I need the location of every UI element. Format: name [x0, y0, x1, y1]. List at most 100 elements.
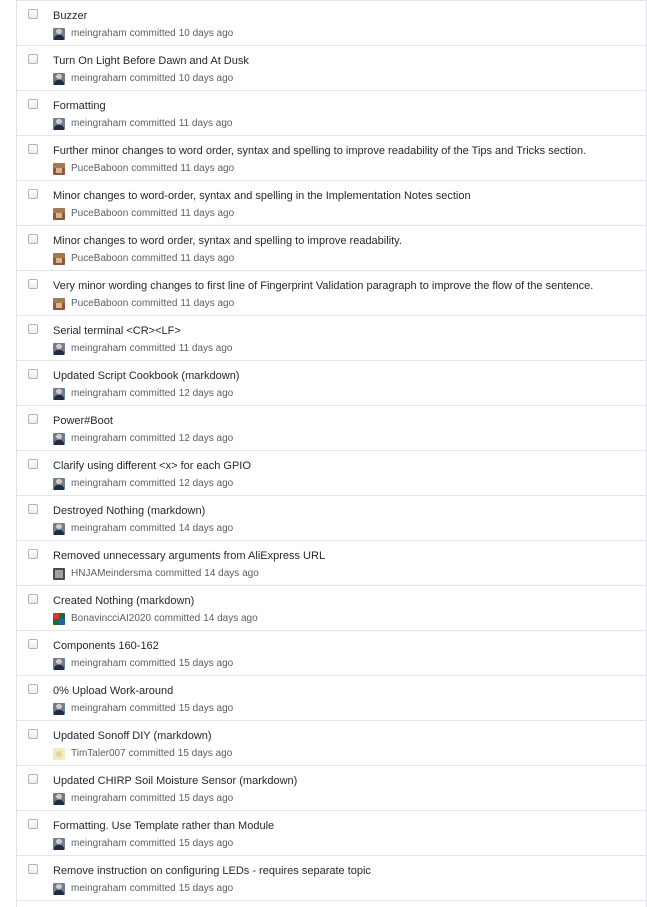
- commit-checkbox[interactable]: [28, 459, 38, 469]
- commit-author-link[interactable]: PuceBaboon: [71, 253, 128, 265]
- avatar[interactable]: [53, 388, 65, 400]
- commit-checkbox[interactable]: [28, 729, 38, 739]
- commit-timestamp: 12 days ago: [178, 478, 234, 489]
- commit-title-link[interactable]: Updated Sonoff DIY (markdown): [53, 730, 212, 743]
- commit-title-link[interactable]: Formatting. Use Template rather than Mod…: [53, 820, 274, 833]
- commit-author-link[interactable]: meingraham: [71, 703, 127, 715]
- commit-author-link[interactable]: meingraham: [71, 73, 127, 85]
- committed-label: committed: [129, 883, 176, 894]
- commit-title-link[interactable]: Removed unnecessary arguments from AliEx…: [53, 550, 325, 563]
- commit-checkbox[interactable]: [28, 414, 38, 424]
- commit-author-link[interactable]: TimTaler007: [71, 748, 126, 760]
- commit-meta: PuceBaboon committed 11 days ago: [53, 298, 234, 310]
- avatar[interactable]: [53, 343, 65, 355]
- commit-checkbox[interactable]: [28, 639, 38, 649]
- avatar[interactable]: [53, 208, 65, 220]
- commit-title-link[interactable]: Serial terminal <CR><LF>: [53, 325, 181, 338]
- commit-author-link[interactable]: PuceBaboon: [71, 298, 128, 310]
- commit-checkbox[interactable]: [28, 684, 38, 694]
- commit-title-link[interactable]: Updated CHIRP Soil Moisture Sensor (mark…: [53, 775, 297, 788]
- commit-checkbox[interactable]: [28, 504, 38, 514]
- commit-title-link[interactable]: Remove instruction on configuring LEDs -…: [53, 865, 371, 878]
- commit-checkbox[interactable]: [28, 189, 38, 199]
- commit-meta: meingraham committed 10 days ago: [53, 28, 233, 40]
- commit-author-link[interactable]: meingraham: [71, 658, 127, 670]
- commit-title-link[interactable]: Components 160-162: [53, 640, 159, 653]
- commit-meta: meingraham committed 15 days ago: [53, 703, 233, 715]
- commit-row: Formatting meingraham committed 11 days ago: [17, 91, 646, 136]
- commit-checkbox[interactable]: [28, 594, 38, 604]
- commit-checkbox[interactable]: [28, 324, 38, 334]
- commit-title-link[interactable]: Power#Boot: [53, 415, 113, 428]
- avatar[interactable]: [53, 838, 65, 850]
- commit-title-link[interactable]: 0% Upload Work-around: [53, 685, 173, 698]
- commit-checkbox[interactable]: [28, 549, 38, 559]
- commit-checkbox[interactable]: [28, 369, 38, 379]
- commit-author-link[interactable]: meingraham: [71, 883, 127, 895]
- avatar[interactable]: [53, 883, 65, 895]
- commit-title-link[interactable]: Clarify using different <x> for each GPI…: [53, 460, 251, 473]
- commit-meta: PuceBaboon committed 11 days ago: [53, 208, 234, 220]
- commit-checkbox[interactable]: [28, 9, 38, 19]
- commit-checkbox[interactable]: [28, 144, 38, 154]
- committed-label: committed: [129, 343, 176, 354]
- commit-author-link[interactable]: meingraham: [71, 118, 127, 130]
- commit-title-link[interactable]: Formatting: [53, 100, 106, 113]
- commit-author-link[interactable]: meingraham: [71, 343, 127, 355]
- commit-row: Components 160-162 meingraham committed 15 …: [17, 631, 646, 676]
- commit-author-link[interactable]: HNJAMeindersma: [71, 568, 152, 580]
- avatar[interactable]: [53, 478, 65, 490]
- commit-checkbox[interactable]: [28, 54, 38, 64]
- commit-timestamp: 11 days ago: [180, 208, 235, 219]
- commit-title-link[interactable]: Created Nothing (markdown): [53, 595, 194, 608]
- commit-author-link[interactable]: meingraham: [71, 838, 127, 850]
- avatar[interactable]: [53, 793, 65, 805]
- commit-row: Further minor changes to word order, syn…: [17, 136, 646, 181]
- avatar[interactable]: [53, 163, 65, 175]
- commit-author-link[interactable]: meingraham: [71, 28, 127, 40]
- commit-checkbox[interactable]: [28, 819, 38, 829]
- commit-timestamp: 15 days ago: [178, 703, 234, 714]
- commit-author-link[interactable]: PuceBaboon: [71, 208, 128, 220]
- commit-checkbox[interactable]: [28, 774, 38, 784]
- committed-label: committed: [129, 118, 176, 129]
- avatar[interactable]: [53, 73, 65, 85]
- commit-meta: PuceBaboon committed 11 days ago: [53, 163, 234, 175]
- committed-label: committed: [129, 658, 176, 669]
- commit-title-link[interactable]: Turn On Light Before Dawn and At Dusk: [53, 55, 249, 68]
- avatar[interactable]: [53, 298, 65, 310]
- commit-checkbox[interactable]: [28, 234, 38, 244]
- avatar[interactable]: [53, 613, 65, 625]
- commit-title-link[interactable]: Very minor wording changes to first line…: [53, 280, 593, 293]
- commit-author-link[interactable]: meingraham: [71, 793, 127, 805]
- commit-row: Destroyed Nothing (markdown) meingraham co…: [17, 496, 646, 541]
- avatar[interactable]: [53, 658, 65, 670]
- avatar[interactable]: [53, 748, 65, 760]
- avatar[interactable]: [53, 433, 65, 445]
- avatar[interactable]: [53, 118, 65, 130]
- avatar[interactable]: [53, 523, 65, 535]
- commit-title-link[interactable]: Destroyed Nothing (markdown): [53, 505, 205, 518]
- commit-checkbox[interactable]: [28, 99, 38, 109]
- commit-author-link[interactable]: PuceBaboon: [71, 163, 128, 175]
- commit-timestamp: 14 days ago: [204, 568, 259, 579]
- committed-label: committed: [129, 703, 176, 714]
- commit-title-link[interactable]: Minor changes to word order, syntax and …: [53, 235, 402, 248]
- commit-author-link[interactable]: meingraham: [71, 478, 127, 490]
- avatar[interactable]: [53, 253, 65, 265]
- commit-title-link[interactable]: Further minor changes to word order, syn…: [53, 145, 586, 158]
- commit-author-link[interactable]: meingraham: [71, 388, 127, 400]
- commit-row: Remove instruction on configuring LEDs -…: [17, 856, 646, 901]
- avatar[interactable]: [53, 703, 65, 715]
- commit-title-link[interactable]: Updated Script Cookbook (markdown): [53, 370, 239, 383]
- commit-author-link[interactable]: BonavincciAI2020: [71, 613, 151, 625]
- commit-checkbox[interactable]: [28, 864, 38, 874]
- avatar[interactable]: [53, 28, 65, 40]
- commit-author-link[interactable]: meingraham: [71, 523, 127, 535]
- commit-timestamp: 11 days ago: [178, 343, 233, 354]
- commit-checkbox[interactable]: [28, 279, 38, 289]
- commit-title-link[interactable]: Buzzer: [53, 10, 87, 23]
- commit-author-link[interactable]: meingraham: [71, 433, 127, 445]
- avatar[interactable]: [53, 568, 65, 580]
- commit-title-link[interactable]: Minor changes to word-order, syntax and …: [53, 190, 471, 203]
